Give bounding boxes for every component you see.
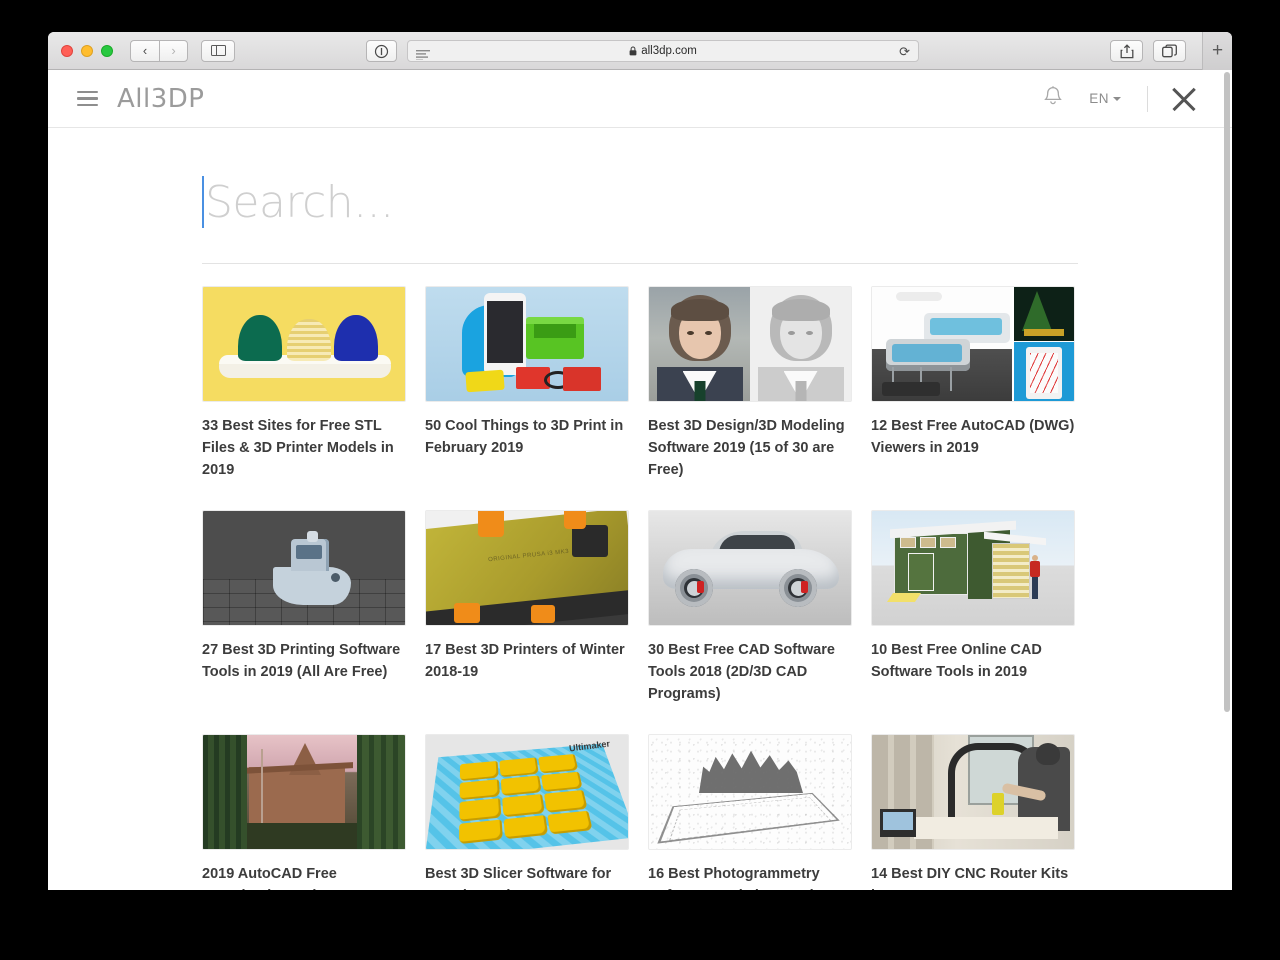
- reader-view-icon[interactable]: [416, 47, 430, 65]
- url-text: all3dp.com: [641, 45, 697, 57]
- search-underline: [202, 263, 1078, 264]
- browser-titlebar: ‹ › all3dp.com ⟳ +: [48, 32, 1232, 70]
- phone-stand-prints-image: [426, 287, 628, 401]
- cad-viewer-image: [872, 287, 1074, 401]
- result-card[interactable]: Ultimaker Best 3D Slicer Software for 3D…: [425, 734, 629, 890]
- close-icon[interactable]: [1170, 85, 1198, 113]
- result-thumbnail[interactable]: [871, 510, 1075, 626]
- result-title[interactable]: 14 Best DIY CNC Router Kits in 2019: [871, 863, 1075, 890]
- search-input[interactable]: Search...: [202, 168, 1078, 236]
- header-divider: [1147, 86, 1148, 112]
- close-window-button[interactable]: [61, 45, 73, 57]
- result-card[interactable]: 50 Cool Things to 3D Print in February 2…: [425, 286, 629, 510]
- chevron-down-icon: [1113, 97, 1121, 101]
- search-placeholder: Search...: [205, 177, 394, 228]
- result-card[interactable]: 33 Best Sites for Free STL Files & 3D Pr…: [202, 286, 406, 510]
- three-printed-cones-image: [203, 287, 405, 401]
- cura-build-plate-image: Ultimaker: [426, 735, 628, 849]
- lock-icon: [629, 46, 637, 56]
- result-thumbnail[interactable]: ORIGINAL PRUSA i3 MK3: [425, 510, 629, 626]
- result-thumbnail[interactable]: [871, 286, 1075, 402]
- result-title[interactable]: 16 Best Photogrammetry Software Tools in…: [648, 863, 852, 890]
- tabs-overview-icon: [1162, 44, 1177, 58]
- result-title[interactable]: 27 Best 3D Printing Software Tools in 20…: [202, 639, 406, 683]
- result-title[interactable]: 10 Best Free Online CAD Software Tools i…: [871, 639, 1075, 683]
- result-title[interactable]: 50 Cool Things to 3D Print in February 2…: [425, 415, 629, 459]
- text-cursor: [202, 176, 204, 228]
- result-thumbnail[interactable]: [648, 510, 852, 626]
- search-row: Search...: [202, 128, 1078, 264]
- header-actions: EN: [1043, 85, 1198, 113]
- result-card[interactable]: 10 Best Free Online CAD Software Tools i…: [871, 510, 1075, 734]
- zoom-window-button[interactable]: [101, 45, 113, 57]
- sidebar-toggle-button[interactable]: [201, 40, 235, 62]
- result-title[interactable]: 17 Best 3D Printers of Winter 2018-19: [425, 639, 629, 683]
- address-bar[interactable]: all3dp.com ⟳: [407, 40, 919, 62]
- result-thumbnail[interactable]: [648, 286, 852, 402]
- scrollbar-thumb[interactable]: [1224, 72, 1230, 712]
- result-title[interactable]: 30 Best Free CAD Software Tools 2018 (2D…: [648, 639, 852, 705]
- site-logo[interactable]: All3DP: [117, 84, 204, 114]
- result-thumbnail[interactable]: [202, 510, 406, 626]
- result-title[interactable]: 12 Best Free AutoCAD (DWG) Viewers in 20…: [871, 415, 1075, 459]
- language-label: EN: [1089, 91, 1109, 106]
- page-viewport: All3DP EN Search... 33 Best Sites for Fr…: [48, 70, 1232, 890]
- url-display: all3dp.com: [408, 45, 918, 57]
- notification-bell-icon[interactable]: [1043, 85, 1063, 112]
- cnc-router-image: [872, 735, 1074, 849]
- forward-button[interactable]: ›: [159, 40, 188, 62]
- result-title[interactable]: 33 Best Sites for Free STL Files & 3D Pr…: [202, 415, 406, 481]
- share-button[interactable]: [1110, 40, 1143, 62]
- result-title[interactable]: Best 3D Design/3D Modeling Software 2019…: [648, 415, 852, 481]
- wooden-church-image: [203, 735, 405, 849]
- result-card[interactable]: 30 Best Free CAD Software Tools 2018 (2D…: [648, 510, 852, 734]
- privacy-report-button[interactable]: [366, 40, 397, 62]
- vertical-scrollbar[interactable]: [1223, 70, 1232, 890]
- new-tab-button[interactable]: +: [1202, 32, 1232, 70]
- nav-button-group: ‹ ›: [130, 40, 188, 62]
- cg-portrait-image: [649, 287, 851, 401]
- results-grid: 33 Best Sites for Free STL Files & 3D Pr…: [202, 286, 1078, 890]
- back-button[interactable]: ‹: [130, 40, 159, 62]
- result-card[interactable]: 27 Best 3D Printing Software Tools in 20…: [202, 510, 406, 734]
- minimize-window-button[interactable]: [81, 45, 93, 57]
- site-header: All3DP EN: [48, 70, 1232, 128]
- prusa-bed-image: ORIGINAL PRUSA i3 MK3: [426, 511, 628, 625]
- benchy-boat-image: [203, 511, 405, 625]
- result-card[interactable]: 14 Best DIY CNC Router Kits in 2019: [871, 734, 1075, 890]
- result-thumbnail[interactable]: [871, 734, 1075, 850]
- search-overlay: Search... 33 Best Sites for Free STL Fil…: [48, 128, 1232, 890]
- sketchup-shed-image: [872, 511, 1074, 625]
- result-card[interactable]: 12 Best Free AutoCAD (DWG) Viewers in 20…: [871, 286, 1075, 510]
- hamburger-icon[interactable]: [77, 91, 98, 107]
- address-bar-area: all3dp.com ⟳: [366, 40, 919, 62]
- window-traffic-lights: [61, 45, 113, 57]
- sidebar-icon: [211, 45, 226, 56]
- browser-window: ‹ › all3dp.com ⟳ + All3DP EN Search... 3…: [48, 32, 1232, 890]
- language-selector[interactable]: EN: [1089, 91, 1121, 106]
- result-title[interactable]: 2019 AutoCAD Free Download – Is There a …: [202, 863, 406, 890]
- result-card[interactable]: 2019 AutoCAD Free Download – Is There a …: [202, 734, 406, 890]
- result-card[interactable]: ORIGINAL PRUSA i3 MK3 17 Best 3D Printer…: [425, 510, 629, 734]
- result-card[interactable]: 16 Best Photogrammetry Software Tools in…: [648, 734, 852, 890]
- reload-button[interactable]: ⟳: [899, 44, 910, 60]
- result-thumbnail[interactable]: [202, 734, 406, 850]
- show-tabs-button[interactable]: [1153, 40, 1186, 62]
- result-thumbnail[interactable]: [425, 286, 629, 402]
- result-thumbnail[interactable]: [202, 286, 406, 402]
- share-icon: [1120, 44, 1134, 59]
- photogrammetry-castle-image: [649, 735, 851, 849]
- result-title[interactable]: Best 3D Slicer Software for 3D Printers …: [425, 863, 629, 890]
- result-card[interactable]: Best 3D Design/3D Modeling Software 2019…: [648, 286, 852, 510]
- result-thumbnail[interactable]: Ultimaker: [425, 734, 629, 850]
- sports-car-render-image: [649, 511, 851, 625]
- result-thumbnail[interactable]: [648, 734, 852, 850]
- shield-circle-icon: [374, 44, 389, 59]
- toolbar-right-buttons: [1110, 40, 1186, 62]
